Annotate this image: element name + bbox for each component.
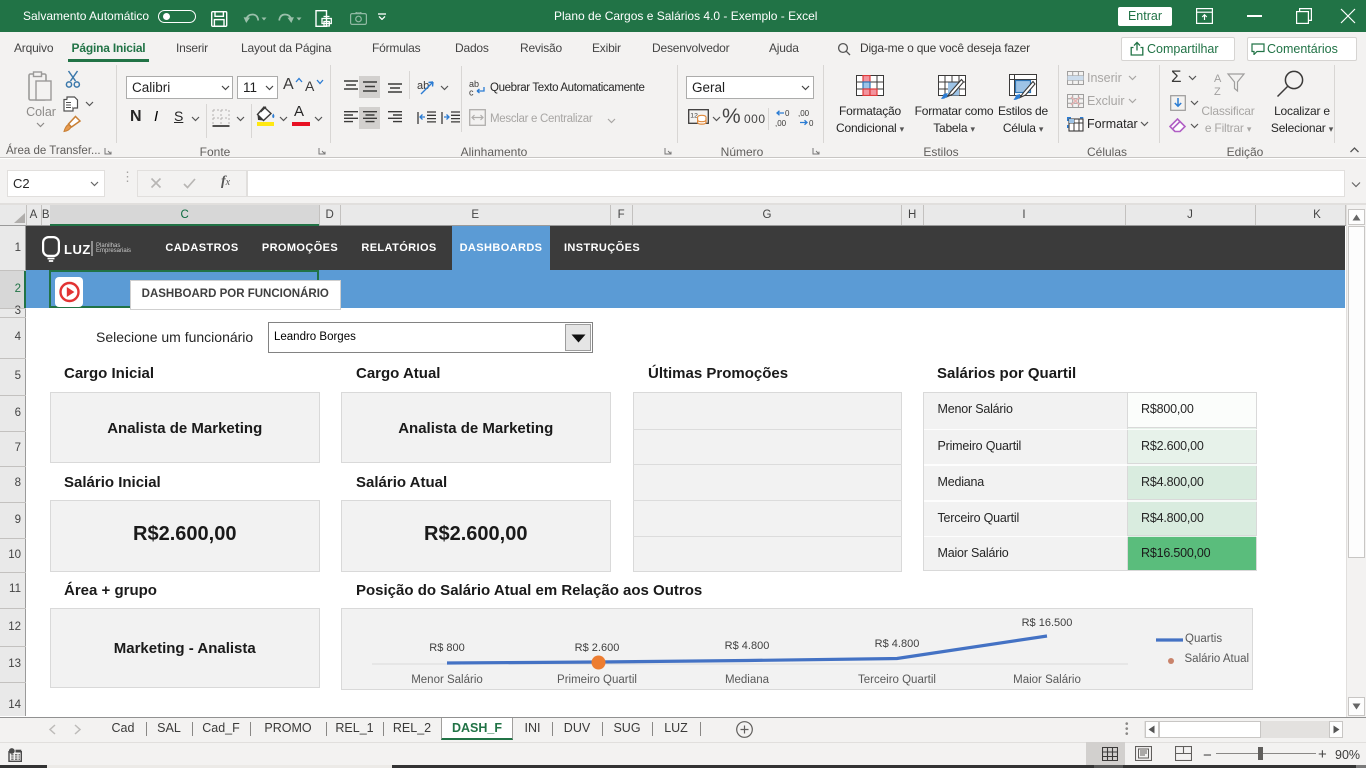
svg-text:0: 0 bbox=[785, 109, 790, 118]
svg-text:Z: Z bbox=[1214, 86, 1221, 97]
svg-text:A: A bbox=[1214, 73, 1222, 85]
svg-text:,00: ,00 bbox=[798, 109, 810, 118]
svg-text:0: 0 bbox=[809, 119, 814, 127]
svg-text:12: 12 bbox=[690, 113, 698, 120]
svg-text:ab: ab bbox=[417, 80, 429, 92]
svg-text:,00: ,00 bbox=[775, 119, 787, 127]
svg-text:c: c bbox=[469, 88, 474, 97]
